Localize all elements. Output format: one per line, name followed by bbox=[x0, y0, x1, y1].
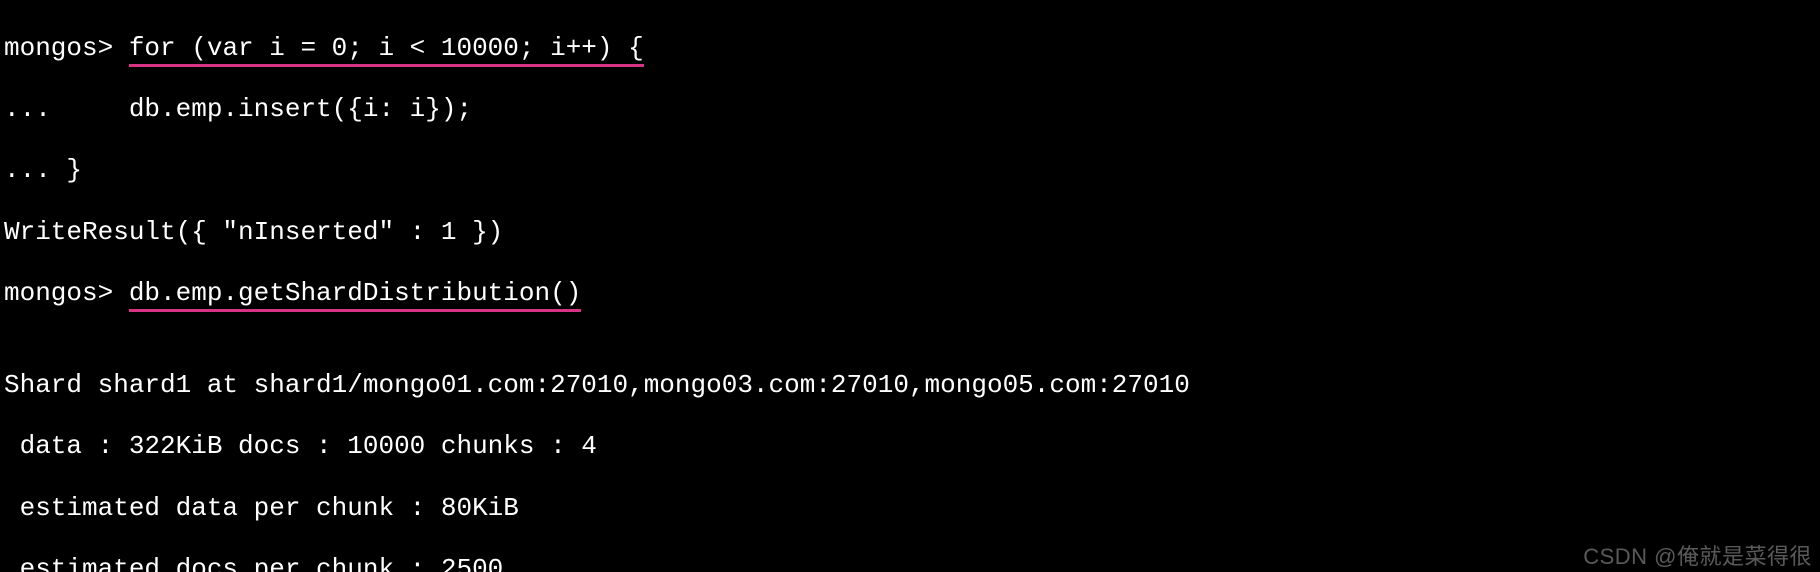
cmd-line-cont-2: ... } bbox=[4, 155, 1816, 186]
watermark-label: CSDN @俺就是菜得很 bbox=[1583, 544, 1812, 570]
shell-prompt: mongos> bbox=[4, 33, 113, 63]
write-result: WriteResult({ "nInserted" : 1 }) bbox=[4, 217, 1816, 248]
est-data-per-chunk: estimated data per chunk : 80KiB bbox=[4, 493, 1816, 524]
highlighted-code-2: db.emp.getShardDistribution() bbox=[129, 278, 581, 312]
est-docs-per-chunk: estimated docs per chunk : 2500 bbox=[4, 554, 1816, 572]
cmd-line-1: mongos> for (var i = 0; i < 10000; i++) … bbox=[4, 33, 1816, 64]
shell-prompt: mongos> bbox=[4, 278, 113, 308]
continuation-prompt: ... bbox=[4, 94, 51, 124]
shard-header: Shard shard1 at shard1/mongo01.com:27010… bbox=[4, 370, 1816, 401]
cmd-line-cont-1: ... db.emp.insert({i: i}); bbox=[4, 94, 1816, 125]
cmd-line-2: mongos> db.emp.getShardDistribution() bbox=[4, 278, 1816, 309]
highlighted-code-1: for (var i = 0; i < 10000; i++) { bbox=[129, 33, 644, 67]
continuation-prompt: ... bbox=[4, 155, 51, 185]
terminal-output[interactable]: mongos> for (var i = 0; i < 10000; i++) … bbox=[0, 0, 1820, 572]
shard-data: data : 322KiB docs : 10000 chunks : 4 bbox=[4, 431, 1816, 462]
